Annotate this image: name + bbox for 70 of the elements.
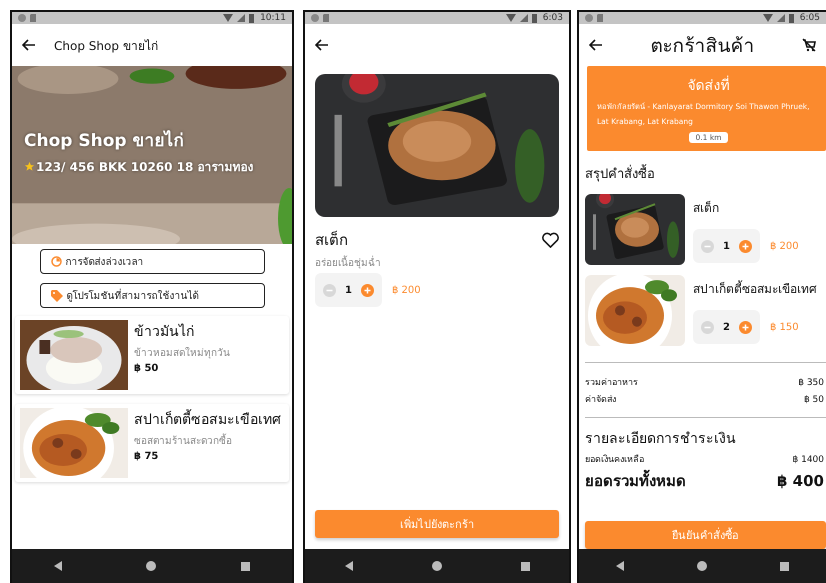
dish-name: ข้าวมันไก่ — [134, 322, 195, 342]
wifi-icon — [762, 14, 773, 22]
star-icon — [24, 161, 35, 172]
home-nav-icon[interactable] — [696, 561, 707, 571]
wifi-icon — [506, 14, 516, 22]
summary-heading: สรุปคำสั่งซื้อ — [585, 163, 826, 184]
cost-label: รวมค่าอาหาร — [585, 377, 638, 389]
payment-value: ฿ 400 — [777, 472, 825, 490]
cart-item-name: สเต็ก — [693, 200, 720, 217]
action-button[interactable]: ดูโปรโมชันที่สามารถใช้งานได้ — [40, 283, 264, 308]
home-nav-icon[interactable] — [432, 561, 442, 571]
dish-description: ข้าวหอมสดใหม่ทุกวัน — [134, 346, 230, 360]
cart-item-price: ฿ 150 — [770, 322, 799, 332]
recents-nav-icon[interactable] — [520, 562, 530, 570]
tag-icon — [50, 290, 62, 302]
home-nav-icon[interactable] — [146, 561, 156, 571]
product-name: สเต็ก — [315, 230, 348, 251]
wifi-icon — [223, 14, 234, 22]
clock-icon — [50, 256, 62, 267]
quantity-value: 1 — [723, 240, 730, 252]
signal-icon — [776, 14, 785, 22]
cost-value: ฿ 350 — [798, 378, 825, 388]
menu-card[interactable]: สปาเก็ตตี้ซอสมะเขือเทศ ซอสตามร้านสะดวกซื้อ ฿ 75 — [15, 404, 289, 482]
dish-price: ฿ 50 — [134, 363, 160, 374]
back-button[interactable] — [315, 39, 329, 51]
payment-heading: รายละเอียดการชำระเงิน — [585, 430, 737, 449]
sd-card-icon — [597, 14, 603, 22]
back-button[interactable] — [22, 39, 36, 51]
cost-label: ค่าจัดส่ง — [585, 394, 616, 406]
battery-icon — [532, 14, 537, 22]
payment-label: ยอดเงินคงเหลือ — [585, 454, 644, 466]
recents-nav-icon[interactable] — [780, 562, 790, 570]
battery-icon — [249, 14, 254, 22]
favorite-button[interactable] — [542, 232, 559, 248]
product-description: อร่อยเนื้อชุ่มฉ่ำ — [315, 255, 559, 270]
cart-item-price: ฿ 200 — [770, 240, 799, 252]
status-time: 6:03 — [542, 13, 563, 23]
dish-price: ฿ 75 — [134, 451, 160, 462]
cart-item-name: สปาเก็ตตี้ซอสมะเขือเทศ — [693, 279, 817, 298]
back-nav-icon[interactable] — [344, 561, 352, 571]
action-button[interactable]: การจัดส่งล่วงเวลา — [40, 249, 264, 274]
notification-icon — [311, 14, 319, 22]
dish-name: สปาเก็ตตี้ซอสมะเขือเทศ — [134, 408, 281, 430]
quantity-value: 2 — [723, 322, 730, 332]
sd-card-icon — [30, 14, 36, 22]
battery-icon — [788, 14, 794, 22]
payment-value: ฿ 1400 — [792, 455, 825, 465]
shop-address: 123/ 456 BKK 10260 18 อารามทอง — [36, 159, 254, 176]
menu-card[interactable]: ข้าวมันไก่ ข้าวหอมสดใหม่ทุกวัน ฿ 50 — [15, 316, 289, 394]
page-title: ตะกร้าสินค้า — [650, 34, 756, 59]
signal-icon — [520, 14, 528, 22]
sd-card-icon — [323, 14, 329, 22]
shop-name: Chop Shop ขายไก่ — [24, 129, 184, 153]
back-nav-icon[interactable] — [616, 561, 624, 571]
status-time: 6:05 — [800, 13, 820, 23]
quantity-value: 1 — [345, 284, 352, 296]
product-price: ฿ 200 — [392, 284, 421, 296]
notification-icon — [585, 14, 593, 22]
clear-cart-button[interactable] — [802, 38, 816, 52]
recents-nav-icon[interactable] — [240, 562, 250, 570]
dish-description: ซอสตามร้านสะดวกซื้อ — [134, 433, 281, 448]
payment-label: ยอดรวมทั้งหมด — [585, 469, 686, 493]
signal-icon — [237, 14, 246, 22]
cost-value: ฿ 50 — [804, 395, 825, 405]
status-time: 10:11 — [260, 13, 286, 23]
back-nav-icon[interactable] — [54, 561, 62, 571]
delivery-heading: จัดส่งที่ — [688, 74, 730, 96]
back-button[interactable] — [589, 39, 603, 51]
notification-icon — [18, 14, 26, 22]
app-bar-title: Chop Shop ขายไก่ — [54, 38, 158, 54]
